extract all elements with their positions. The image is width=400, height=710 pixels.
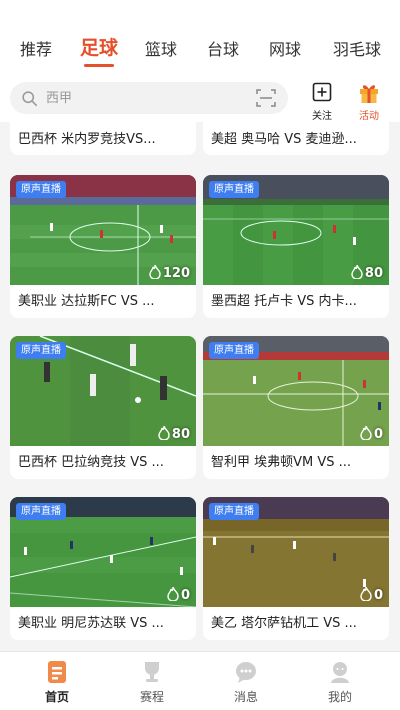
match-title: 美职业 达拉斯FC VS ... <box>18 294 155 309</box>
activity-label: 活动 <box>359 111 379 122</box>
heat-count: 120 <box>149 264 190 281</box>
match-thumbnail: 原声直播 80 <box>10 336 196 446</box>
follow-button[interactable]: 关注 <box>302 80 342 122</box>
live-badge: 原声直播 <box>16 181 66 198</box>
match-title: 美乙 塔尔萨钻机工 VS ... <box>211 616 357 631</box>
flame-icon <box>167 586 179 602</box>
match-title: 美超 奥马哈 VS 麦迪逊... <box>211 132 357 147</box>
gift-icon <box>360 85 378 103</box>
search-bar[interactable] <box>10 82 288 114</box>
nav-label: 首页 <box>44 690 69 704</box>
match-card[interactable]: 原声直播 0 美乙 塔尔萨钻机工 VS ... <box>203 497 389 640</box>
profile-icon <box>331 662 349 683</box>
match-title: 美职业 明尼苏达联 VS ... <box>18 616 164 631</box>
flame-icon <box>158 425 170 441</box>
match-card[interactable]: 原声直播 0 美职业 明尼苏达联 VS ... <box>10 497 196 640</box>
nav-schedule[interactable]: 赛程 <box>117 658 187 708</box>
nav-label: 消息 <box>233 690 258 704</box>
live-badge: 原声直播 <box>209 181 259 198</box>
message-icon <box>236 662 256 683</box>
match-thumbnail: 原声直播 0 <box>10 497 196 607</box>
nav-messages[interactable]: 消息 <box>211 658 281 708</box>
tab-basketball[interactable]: 篮球 <box>145 36 177 60</box>
live-badge: 原声直播 <box>209 503 259 520</box>
match-thumbnail: 原声直播 120 <box>10 175 196 285</box>
tab-tennis[interactable]: 网球 <box>269 36 301 60</box>
heat-value: 120 <box>162 266 190 281</box>
nav-label: 我的 <box>327 690 352 704</box>
search-input[interactable] <box>46 82 246 114</box>
heat-count: 0 <box>360 425 383 442</box>
heat-value: 0 <box>373 588 383 603</box>
match-card[interactable]: 原声直播 80 墨西超 托卢卡 VS 内卡... <box>203 175 389 318</box>
flame-icon <box>360 586 372 602</box>
match-card-partial[interactable]: 美超 奥马哈 VS 麦迪逊... <box>203 122 389 155</box>
nav-label: 赛程 <box>139 690 164 704</box>
home-icon <box>48 661 66 683</box>
tab-badminton[interactable]: 羽毛球 <box>333 36 381 60</box>
schedule-icon <box>145 662 159 682</box>
live-badge: 原声直播 <box>16 503 66 520</box>
match-thumbnail: 原声直播 0 <box>203 497 389 607</box>
match-title: 墨西超 托卢卡 VS 内卡... <box>211 294 357 309</box>
heat-count: 0 <box>167 586 190 603</box>
match-card[interactable]: 原声直播 120 美职业 达拉斯FC VS ... <box>10 175 196 318</box>
bottom-nav: 首页 赛程 消息 我的 <box>0 651 400 710</box>
match-title: 智利甲 埃弗顿VM VS ... <box>211 455 352 470</box>
flame-icon <box>360 425 372 441</box>
top-header: 推荐 足球 篮球 台球 网球 羽毛球 关注 活动 <box>0 0 400 122</box>
tab-football[interactable]: 足球 <box>80 33 118 60</box>
tab-recommend[interactable]: 推荐 <box>20 36 52 60</box>
follow-icon <box>312 82 332 102</box>
heat-count: 0 <box>360 586 383 603</box>
nav-home[interactable]: 首页 <box>22 658 92 708</box>
match-card[interactable]: 原声直播 0 智利甲 埃弗顿VM VS ... <box>203 336 389 479</box>
sport-tabs: 推荐 足球 篮球 台球 网球 羽毛球 <box>0 36 400 68</box>
activity-button[interactable]: 活动 <box>349 80 389 122</box>
follow-label: 关注 <box>312 111 332 122</box>
flame-icon <box>351 264 363 280</box>
nav-profile[interactable]: 我的 <box>305 658 375 708</box>
match-title: 巴西杯 米内罗竞技VS... <box>18 132 156 147</box>
match-card-partial[interactable]: 巴西杯 米内罗竞技VS... <box>10 122 196 155</box>
live-badge: 原声直播 <box>16 342 66 359</box>
live-badge: 原声直播 <box>209 342 259 359</box>
search-icon <box>22 91 38 107</box>
match-thumbnail: 原声直播 80 <box>203 175 389 285</box>
heat-count: 80 <box>351 264 383 281</box>
heat-value: 80 <box>364 266 383 281</box>
heat-count: 80 <box>158 425 190 442</box>
match-title: 巴西杯 巴拉纳竞技 VS ... <box>18 455 164 470</box>
active-tab-indicator <box>84 64 114 67</box>
flame-icon <box>149 264 161 280</box>
match-card[interactable]: 原声直播 80 巴西杯 巴拉纳竞技 VS ... <box>10 336 196 479</box>
match-thumbnail: 原声直播 0 <box>203 336 389 446</box>
heat-value: 0 <box>373 427 383 442</box>
tab-billiards[interactable]: 台球 <box>207 36 239 60</box>
heat-value: 80 <box>171 427 190 442</box>
heat-value: 0 <box>180 588 190 603</box>
scan-icon[interactable] <box>256 89 276 107</box>
